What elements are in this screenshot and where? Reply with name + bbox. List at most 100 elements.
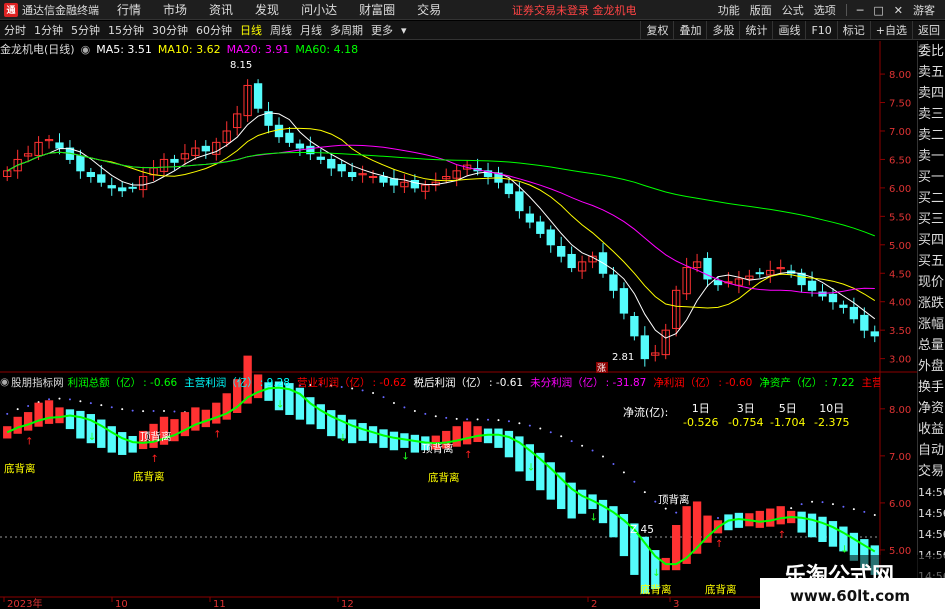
trail-dot	[675, 511, 678, 514]
indicator-label: 主营收入（亿）	[861, 376, 880, 389]
chart-canvas: ↑ ↓↑↑↓↓↓ ↑↓↓↓↑↑↓顶背离顶背离顶背离底背离底背离 底背离底背离 底背离Z …	[0, 41, 917, 609]
y-tick-label: 8.00	[889, 70, 911, 81]
trail-dot	[831, 503, 834, 506]
quote-field-label: 换手	[918, 380, 945, 395]
btn-back[interactable]: 返回	[912, 21, 945, 40]
indicator-values: 利润总额（亿）: -0.66 主营利润（亿）: 9.28 营业利润（亿）: -0.6…	[68, 375, 880, 390]
dropdown-arrow-icon[interactable]: ▾	[397, 24, 411, 37]
low-price-label: 2.81	[612, 352, 634, 363]
maximize-icon[interactable]: □	[873, 4, 883, 17]
quote-field-label: 买四	[918, 233, 945, 248]
menu-formula[interactable]: 公式	[782, 2, 804, 18]
btn-restore-rights[interactable]: 复权	[640, 21, 673, 40]
period-tab-active[interactable]: 日线	[236, 22, 266, 38]
up-arrow-icon: ↑	[778, 530, 786, 541]
minimize-icon[interactable]: ─	[857, 4, 864, 17]
y-tick-label: 6.00	[889, 184, 911, 195]
trail-dot	[89, 402, 92, 405]
indicator-bar	[494, 428, 503, 448]
period-tab[interactable]: 60分钟	[192, 22, 236, 38]
indicator-value: : -0.61	[489, 376, 524, 389]
close-icon[interactable]: ✕	[894, 4, 903, 17]
candle-body	[86, 172, 96, 178]
ma60-label: MA60: 4.18	[295, 42, 359, 56]
period-tab[interactable]: 周线	[266, 22, 296, 38]
menu-discover[interactable]: 发现	[255, 1, 279, 18]
menu-guest[interactable]: 游客	[913, 2, 935, 18]
trail-dot	[131, 409, 134, 412]
candle-body	[546, 229, 555, 246]
candle-body	[118, 187, 127, 192]
trail-dot	[852, 508, 855, 511]
trail-dot	[873, 514, 876, 517]
top-divergence-label: 顶背离	[140, 430, 172, 443]
quote-field-label: 买一	[918, 170, 945, 185]
quote-field-label[interactable]: 交易	[918, 461, 945, 482]
btn-draw-line[interactable]: 画线	[772, 21, 805, 40]
candle-body	[504, 183, 514, 195]
y-tick-label: 4.50	[889, 269, 911, 280]
period-tab[interactable]: 月线	[296, 22, 326, 38]
main-price-chart[interactable]	[3, 79, 879, 367]
ma10-label: MA10: 3.62	[157, 42, 221, 56]
login-notice[interactable]: 证券交易未登录 金龙机电	[512, 2, 637, 18]
net-flow-period: 5日	[778, 402, 797, 415]
candle-body	[368, 176, 378, 179]
sub-indicator-chart[interactable]: ↑ ↓↑↑↓↓↓ ↑↓↓↓↑↑↓顶背离顶背离顶背离底背离底背离 底背离底背离 底背离Z …	[3, 355, 879, 596]
trail-dot	[476, 418, 479, 421]
btn-add-watchlist[interactable]: +自选	[869, 21, 912, 40]
menu-markets[interactable]: 市场	[163, 1, 187, 18]
candle-body	[818, 291, 827, 297]
quote-field-label[interactable]: 自动	[918, 440, 945, 461]
period-tab[interactable]: 1分钟	[30, 22, 67, 38]
up-arrow-icon: ↑	[213, 429, 221, 440]
candle-body	[860, 314, 869, 331]
candle-body	[379, 176, 388, 183]
quote-field-label: 涨幅	[918, 317, 945, 332]
period-tab-more[interactable]: 更多	[367, 22, 397, 38]
btn-statistics[interactable]: 统计	[739, 21, 772, 40]
period-tab[interactable]: 15分钟	[104, 22, 148, 38]
y-tick-label: 5.00	[889, 241, 911, 252]
y-tick-label: 4.00	[889, 298, 911, 309]
menu-wealth[interactable]: 财富圈	[359, 1, 395, 18]
stock-title[interactable]: 金龙机电(日线)	[0, 41, 75, 57]
settings-icon[interactable]: ◉	[81, 43, 91, 56]
menu-options[interactable]: 选项	[814, 2, 836, 18]
period-tab[interactable]: 多周期	[326, 22, 367, 38]
btn-f10[interactable]: F10	[805, 21, 836, 40]
candle-body	[327, 158, 336, 169]
candle-body	[337, 164, 346, 172]
quote-field-label: 卖四	[918, 86, 945, 101]
indicator-bar	[358, 423, 367, 441]
btn-mark[interactable]: 标记	[836, 21, 870, 40]
menu-trade[interactable]: 交易	[417, 1, 441, 18]
indicator-item: 主营利润（亿）: 9.28	[184, 377, 292, 389]
menu-layout[interactable]: 版面	[750, 2, 772, 18]
indicator-name[interactable]: 股朋指标网	[11, 375, 64, 390]
indicator-bar	[410, 434, 420, 453]
ma5-line	[6, 112, 876, 339]
trail-dot	[560, 435, 563, 438]
settings-icon[interactable]: ◉	[0, 376, 9, 388]
x-tick-label: 11	[213, 599, 226, 609]
btn-overlay[interactable]: 叠加	[673, 21, 706, 40]
trail-dot	[643, 491, 646, 494]
btn-multi-stock[interactable]: 多股	[706, 21, 739, 40]
menu-function[interactable]: 功能	[718, 2, 740, 18]
period-tab[interactable]: 30分钟	[148, 22, 192, 38]
quote-field-label: 14:56	[918, 486, 945, 499]
up-arrow-icon: ↑	[151, 454, 159, 465]
ma10-line	[6, 127, 876, 309]
indicator-bar	[807, 513, 817, 538]
trail-dot	[403, 406, 406, 409]
menu-market[interactable]: 行情	[117, 1, 141, 18]
quote-field-label: 委比	[918, 44, 945, 59]
period-tab[interactable]: 分时	[0, 22, 30, 38]
net-flow-value: -2.375	[814, 416, 850, 429]
indicator-bar	[23, 412, 33, 431]
period-tab[interactable]: 5分钟	[67, 22, 104, 38]
sub-y-axis: 8.007.006.005.00	[880, 405, 911, 557]
menu-news[interactable]: 资讯	[209, 1, 233, 18]
menu-ask[interactable]: 问小达	[301, 1, 337, 18]
